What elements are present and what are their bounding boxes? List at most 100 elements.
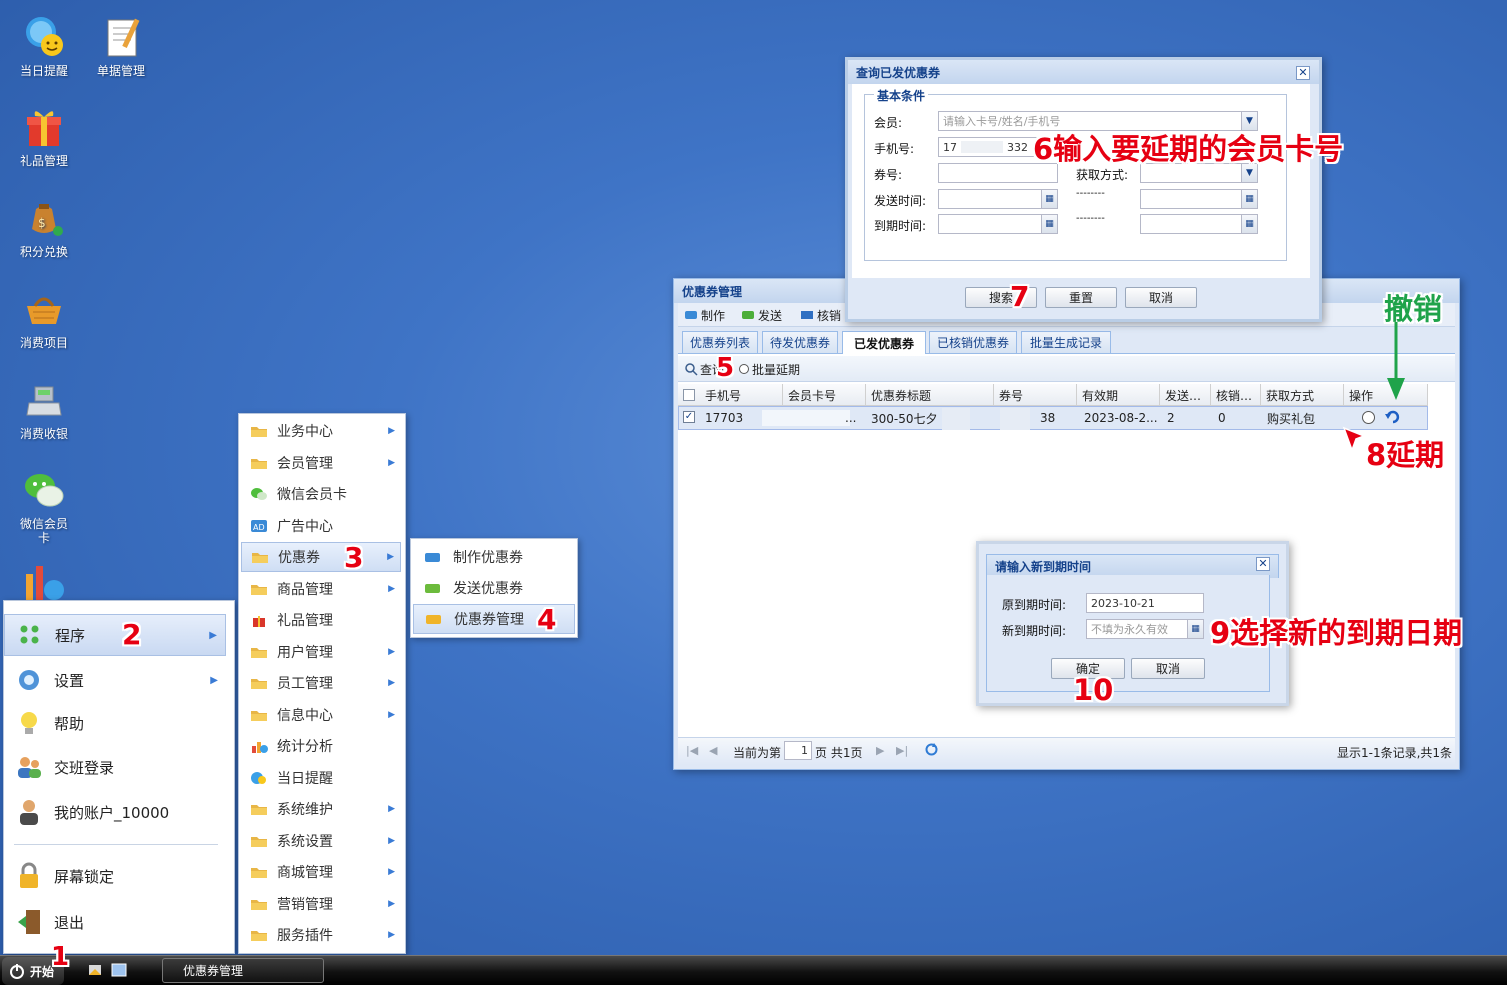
redacted-block bbox=[762, 410, 850, 426]
menu-label: 信息中心 bbox=[277, 707, 333, 724]
chevron-right-icon: ▶ bbox=[388, 678, 395, 688]
cell-ellipsis: ... bbox=[845, 411, 857, 425]
start-menu-programs[interactable]: 程序 ▶ bbox=[4, 614, 226, 656]
program-menu-goods-management[interactable]: 商品管理 ▶ bbox=[241, 574, 401, 604]
program-menu-wechat-card[interactable]: 微信会员卡 bbox=[241, 479, 401, 509]
col-verified[interactable]: 核销… bbox=[1211, 384, 1261, 406]
program-menu-statistics[interactable]: 统计分析 bbox=[241, 731, 401, 761]
program-menu-mall-management[interactable]: 商城管理 ▶ bbox=[241, 857, 401, 887]
col-phone[interactable]: 手机号 bbox=[700, 384, 783, 406]
col-sent[interactable]: 发送… bbox=[1160, 384, 1211, 406]
calendar-icon[interactable]: ▦ bbox=[1241, 190, 1257, 208]
desktop-icon-consumption[interactable]: 消费项目 bbox=[9, 286, 79, 350]
desktop-icon-wechat[interactable]: 微信会员卡 bbox=[9, 467, 79, 545]
menu-label: 商城管理 bbox=[277, 865, 333, 881]
program-menu-marketing-management[interactable]: 营销管理 ▶ bbox=[241, 889, 401, 919]
programs-icon bbox=[5, 624, 55, 646]
program-menu-system-maintenance[interactable]: 系统维护 ▶ bbox=[241, 794, 401, 824]
cell-phone: 17703 bbox=[705, 411, 744, 425]
make-button[interactable]: 制作 bbox=[684, 306, 725, 324]
menu-label: 员工管理 bbox=[277, 676, 333, 692]
program-menu-system-settings[interactable]: 系统设置 ▶ bbox=[241, 826, 401, 856]
refresh-icon[interactable] bbox=[924, 742, 939, 760]
col-card-no[interactable]: 会员卡号 bbox=[783, 384, 866, 406]
start-menu-lock-screen[interactable]: 屏幕锁定 bbox=[4, 856, 226, 896]
program-menu-daily-reminder[interactable]: 当日提醒 bbox=[241, 763, 401, 793]
menu-label: 微信会员卡 bbox=[277, 487, 347, 503]
menu-label: 优惠券 bbox=[278, 550, 320, 566]
col-coupon-no[interactable]: 券号 bbox=[994, 384, 1077, 406]
cancel-button[interactable]: 取消 bbox=[1125, 287, 1197, 308]
next-page-icon[interactable]: ▶ bbox=[876, 744, 884, 757]
program-menu-staff-management[interactable]: 员工管理 ▶ bbox=[241, 668, 401, 698]
desktop-icon-chart-partial[interactable] bbox=[20, 560, 66, 600]
prev-page-icon[interactable]: ◀ bbox=[709, 744, 717, 757]
select-all-checkbox[interactable] bbox=[683, 389, 695, 401]
col-valid-period[interactable]: 有效期 bbox=[1077, 384, 1160, 406]
desktop-icon-daily-reminder[interactable]: 当日提醒 bbox=[9, 14, 79, 78]
page-number-input[interactable]: 1 bbox=[784, 741, 812, 760]
first-page-icon[interactable]: |◀ bbox=[686, 744, 698, 757]
annotation-step-4: 4 bbox=[537, 603, 557, 636]
quicklaunch-desktop-icon[interactable] bbox=[87, 963, 103, 977]
menu-send-coupon[interactable]: 发送优惠券 bbox=[413, 573, 575, 603]
col-method[interactable]: 获取方式 bbox=[1261, 384, 1344, 406]
extend-action-icon[interactable] bbox=[1362, 411, 1375, 424]
tab-pending-coupons[interactable]: 待发优惠券 bbox=[762, 331, 838, 353]
orig-expiry-input[interactable]: 2023-10-21 bbox=[1086, 593, 1204, 613]
start-menu-settings[interactable]: 设置 ▶ bbox=[4, 660, 226, 700]
start-menu-my-account[interactable]: 我的账户_10000 bbox=[4, 792, 226, 832]
calendar-icon[interactable]: ▦ bbox=[1041, 190, 1057, 208]
tab-verified-coupons[interactable]: 已核销优惠券 bbox=[929, 331, 1017, 353]
program-menu-member-management[interactable]: 会员管理 ▶ bbox=[241, 448, 401, 478]
desktop-icon-documents[interactable]: 单据管理 bbox=[86, 14, 156, 78]
taskbar-item-coupon-management[interactable]: 优惠券管理 bbox=[162, 958, 324, 983]
batch-extend-button[interactable]: 批量延期 bbox=[738, 360, 800, 378]
menu-label: 交班登录 bbox=[54, 758, 115, 777]
menu-make-coupon[interactable]: 制作优惠券 bbox=[413, 542, 575, 572]
desktop-icon-points[interactable]: $ 积分兑换 bbox=[9, 195, 79, 259]
program-menu-business-center[interactable]: 业务中心 ▶ bbox=[241, 416, 401, 446]
program-menu-coupon[interactable]: 优惠券 ▶ bbox=[241, 542, 401, 572]
verify-button[interactable]: 核销 bbox=[800, 306, 841, 324]
program-menu-service-plugins[interactable]: 服务插件 ▶ bbox=[241, 920, 401, 950]
power-icon bbox=[10, 964, 24, 979]
row-checkbox[interactable]: ✓ bbox=[683, 411, 695, 423]
reset-button[interactable]: 重置 bbox=[1045, 287, 1117, 308]
send-button[interactable]: 发送 bbox=[741, 306, 782, 324]
red-pointer-icon bbox=[1342, 426, 1368, 455]
desktop-icon-gift[interactable]: 礼品管理 bbox=[9, 104, 79, 168]
program-menu-ad-center[interactable]: AD 广告中心 bbox=[241, 511, 401, 541]
program-menu-gift-management[interactable]: 礼品管理 bbox=[241, 605, 401, 635]
expire-time-start-input[interactable] bbox=[938, 214, 1058, 234]
cancel-button[interactable]: 取消 bbox=[1131, 658, 1205, 679]
col-title[interactable]: 优惠券标题 bbox=[866, 384, 994, 406]
program-menu-info-center[interactable]: 信息中心 ▶ bbox=[241, 700, 401, 730]
tab-sent-coupons[interactable]: 已发优惠券 bbox=[842, 331, 926, 354]
desktop-icon-cashier[interactable]: 消费收银 bbox=[9, 377, 79, 441]
last-page-icon[interactable]: ▶| bbox=[896, 744, 908, 757]
notebook-icon bbox=[107, 18, 140, 57]
menu-divider bbox=[14, 844, 218, 845]
calendar-icon[interactable]: ▦ bbox=[1041, 215, 1057, 233]
folder-icon bbox=[241, 897, 277, 911]
coupon-no-label: 券号: bbox=[874, 168, 903, 182]
send-time-start-input[interactable] bbox=[938, 189, 1058, 209]
tab-batch-records[interactable]: 批量生成记录 bbox=[1021, 331, 1111, 353]
start-menu-exit[interactable]: 退出 bbox=[4, 902, 226, 942]
coupon-icon bbox=[685, 311, 697, 319]
dialog-title: 查询已发优惠券 bbox=[848, 60, 1319, 84]
orig-expiry-label: 原到期时间: bbox=[1002, 598, 1067, 612]
start-menu-shift-login[interactable]: 交班登录 bbox=[4, 747, 226, 787]
quicklaunch-window-icon[interactable] bbox=[111, 963, 127, 977]
gear-icon bbox=[4, 667, 54, 693]
close-icon[interactable]: ✕ bbox=[1296, 66, 1310, 80]
calendar-icon[interactable]: ▦ bbox=[1187, 620, 1203, 638]
close-icon[interactable]: ✕ bbox=[1256, 557, 1270, 571]
calendar-icon[interactable]: ▦ bbox=[1241, 215, 1257, 233]
program-menu-user-management[interactable]: 用户管理 ▶ bbox=[241, 637, 401, 667]
account-icon bbox=[4, 798, 54, 826]
tab-coupon-list[interactable]: 优惠券列表 bbox=[682, 331, 758, 353]
start-menu-help[interactable]: 帮助 bbox=[4, 703, 226, 743]
undo-icon[interactable] bbox=[1385, 410, 1401, 424]
